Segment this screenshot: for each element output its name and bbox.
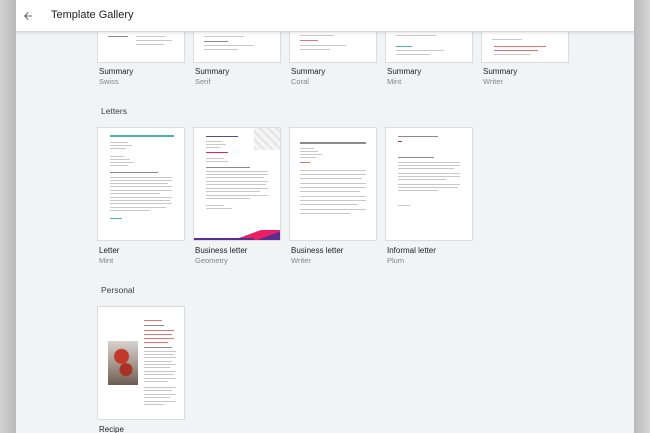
template-card-business-letter-geometry[interactable] (193, 127, 281, 241)
window-frame-left (0, 0, 16, 433)
page-title: Template Gallery (51, 9, 134, 21)
geometry-pattern (254, 128, 280, 150)
template-gallery-page: Template Gallery Summary Swiss Summary S… (16, 0, 634, 433)
template-title: Informal letter (387, 246, 436, 255)
template-title: Summary (195, 67, 230, 76)
template-title: Summary (483, 67, 518, 76)
template-subtitle: Mint (387, 77, 402, 86)
template-title: Letter (99, 246, 120, 255)
template-card-business-letter-writer[interactable] (289, 127, 377, 241)
template-subtitle: Geometry (195, 256, 228, 265)
template-subtitle: Writer (291, 256, 311, 265)
back-button[interactable] (18, 6, 38, 26)
template-subtitle: Coral (291, 77, 309, 86)
arrow-back-icon (24, 12, 32, 20)
template-title: Business letter (291, 246, 344, 255)
template-subtitle: Plum (387, 256, 405, 265)
top-app-bar: Template Gallery (16, 0, 634, 32)
template-title: Business letter (195, 246, 248, 255)
section-heading-personal: Personal (101, 285, 135, 295)
template-subtitle: Serif (195, 77, 211, 86)
template-card-informal-letter-plum[interactable] (385, 127, 473, 241)
template-title: Summary (387, 67, 422, 76)
template-title: Recipe (99, 425, 124, 433)
section-heading-letters: Letters (101, 106, 127, 116)
template-title: Summary (291, 67, 326, 76)
recipe-photo (108, 341, 138, 385)
template-card-recipe[interactable] (97, 306, 185, 420)
template-title: Summary (99, 67, 134, 76)
template-card-letter-mint[interactable] (97, 127, 185, 241)
window-frame-right (634, 0, 650, 433)
template-subtitle: Swiss (99, 77, 119, 86)
template-subtitle: Mint (99, 256, 114, 265)
template-subtitle: Writer (483, 77, 503, 86)
